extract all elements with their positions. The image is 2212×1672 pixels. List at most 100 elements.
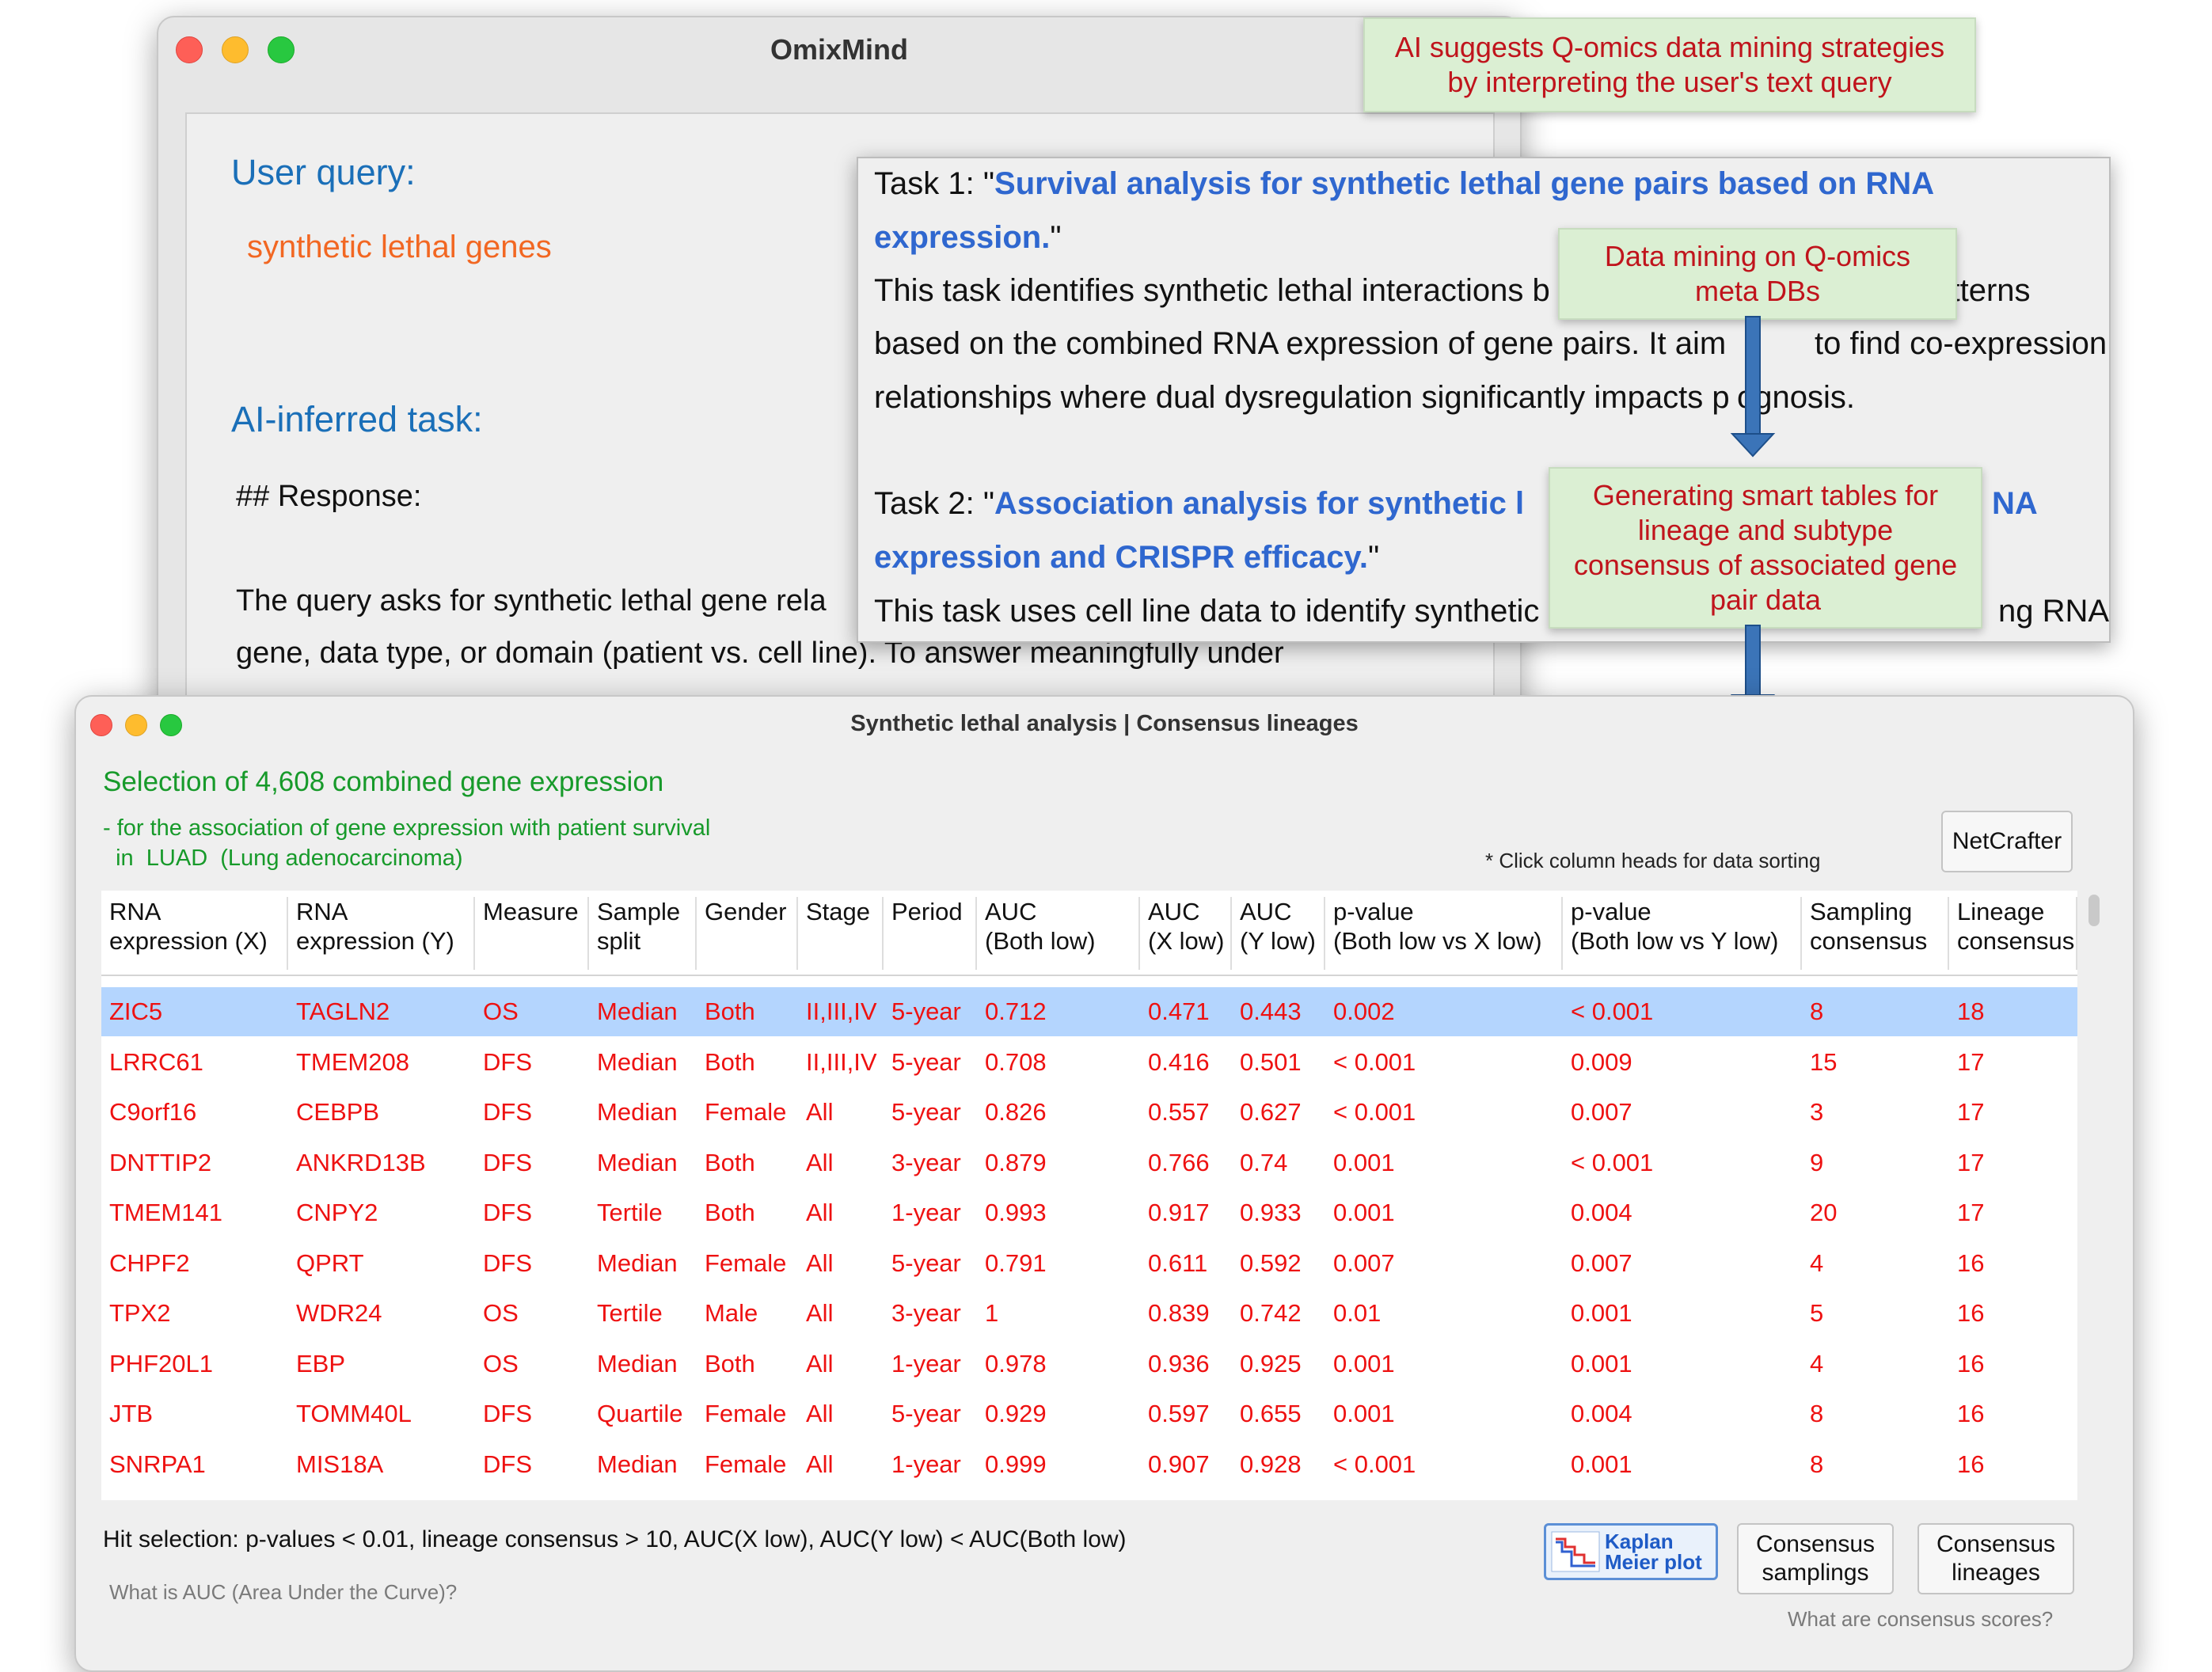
table-cell: 0.004 [1571, 1400, 1632, 1427]
table-cell: 0.655 [1240, 1400, 1302, 1427]
table-cell: 0.791 [985, 1248, 1047, 1277]
column-header[interactable]: Stage [798, 897, 884, 970]
column-header[interactable]: AUC (Y low) [1232, 897, 1325, 970]
button-label: Consensus [1936, 1531, 2056, 1557]
task1-title[interactable]: Survival analysis for synthetic lethal g… [994, 166, 1934, 201]
task2-title-cont[interactable]: expression and CRISPR efficacy. [874, 540, 1368, 575]
table-cell: OS [483, 998, 519, 1025]
close-window-icon[interactable] [90, 714, 112, 736]
table-row[interactable]: TPX2 WDR24 OS Tertile Male All 3-year 1 0.839 0.7… [101, 1289, 2077, 1338]
table-cell: Quartile [597, 1400, 683, 1427]
task1-title-end[interactable]: expression. [874, 220, 1050, 255]
column-header-line: Stage [806, 898, 871, 925]
column-header[interactable]: AUC (Both low) [977, 897, 1140, 970]
table-cell: 0.999 [985, 1450, 1047, 1478]
annotation-text: Generating smart tables for [1592, 479, 1939, 511]
column-header[interactable]: RNA expression (Y) [288, 897, 475, 970]
table-cell: 1-year [891, 1450, 961, 1478]
selection-subtitle: in LUAD (Lung adenocarcinoma) [103, 846, 463, 871]
table-cell: DNTTIP2 [109, 1148, 212, 1176]
table-row[interactable]: DNTTIP2 ANKRD13B DFS Median Both All 3-year 0.8… [101, 1138, 2077, 1188]
consensus-lineages-button[interactable]: Consensus lineages [1917, 1523, 2074, 1594]
table-cell: DFS [483, 1248, 532, 1277]
table-cell: 0.925 [1240, 1349, 1302, 1378]
table-cell: MIS18A [296, 1450, 384, 1478]
table-row[interactable]: SNRPA1 MIS18A DFS Median Female All 1-year 0.99… [101, 1440, 2077, 1489]
column-header[interactable]: p-value (Both low vs Y low) [1563, 897, 1802, 970]
table-row[interactable]: CHPF2 QPRT DFS Median Female All 5-year 0.791 0.… [101, 1239, 2077, 1288]
minimize-window-icon[interactable] [125, 714, 147, 736]
table-cell: 17 [1957, 1047, 1985, 1076]
auc-help-link[interactable]: What is AUC (Area Under the Curve)? [109, 1580, 457, 1605]
table-cell: Male [705, 1299, 758, 1327]
table-cell: II,III,IV [806, 998, 877, 1025]
hit-selection-text: Hit selection: p-values < 0.01, lineage … [103, 1526, 1127, 1552]
table-row[interactable]: PHF20L1 EBP OS Median Both All 1-year 0.978 0.93… [101, 1340, 2077, 1389]
table-cell: 0.009 [1571, 1047, 1632, 1076]
table-cell: 0.712 [985, 998, 1047, 1025]
task1-description: This task identifies synthetic lethal in… [874, 273, 1550, 308]
column-header[interactable]: Lineage consensus [1949, 897, 2077, 970]
table-cell: 17 [1957, 1148, 1985, 1176]
task2-suffix: " [1367, 540, 1380, 575]
table-cell: 0.933 [1240, 1199, 1302, 1226]
column-header-line: (Y low) [1240, 927, 1316, 955]
table-cell: 0.01 [1333, 1299, 1382, 1327]
column-header[interactable]: Sampling consensus [1802, 897, 1949, 970]
annotation-text: by interpreting the user's text query [1447, 66, 1892, 98]
table-row[interactable]: C9orf16 CEBPB DFS Median Female All 5-year 0.82… [101, 1088, 2077, 1137]
table-cell: TAGLN2 [296, 998, 390, 1025]
zoom-window-icon[interactable] [268, 36, 295, 63]
table-cell: C9orf16 [109, 1098, 197, 1126]
table-cell: 8 [1810, 1450, 1824, 1478]
minimize-window-icon[interactable] [222, 36, 249, 63]
annotation-text: meta DBs [1694, 275, 1821, 307]
netcrafter-button[interactable]: NetCrafter [1941, 811, 2073, 872]
table-cell: < 0.001 [1571, 1148, 1654, 1176]
table-cell: 3 [1810, 1098, 1824, 1126]
annotation-text: pair data [1709, 583, 1822, 616]
consensus-samplings-button[interactable]: Consensus samplings [1737, 1523, 1894, 1594]
table-cell: 0.936 [1148, 1349, 1210, 1378]
table-row[interactable]: ZIC5 TAGLN2 OS Median Both II,III,IV 5-year 0.7… [101, 987, 2077, 1036]
column-header[interactable]: AUC (X low) [1140, 897, 1232, 970]
task2-title[interactable]: Association analysis for synthetic l [994, 486, 1524, 521]
column-header-line: p-value [1571, 898, 1651, 925]
omixmind-title: OmixMind [770, 33, 908, 66]
column-header[interactable]: Period [884, 897, 977, 970]
task1-suffix: " [1050, 220, 1062, 255]
table-cell: Median [597, 1148, 678, 1176]
kaplan-meier-button[interactable]: Kaplan Meier plot [1544, 1523, 1718, 1580]
zoom-window-icon[interactable] [160, 714, 182, 736]
table-cell: LRRC61 [109, 1047, 203, 1076]
table-cell: CHPF2 [109, 1248, 190, 1277]
table-cell: 0.597 [1148, 1400, 1210, 1427]
table-row[interactable]: TMEM141 CNPY2 DFS Tertile Both All 1-year 0.993… [101, 1188, 2077, 1237]
table-cell: Median [597, 1349, 678, 1378]
column-header[interactable]: Gender [697, 897, 798, 970]
table-cell: DFS [483, 1047, 532, 1076]
task2-title-end[interactable]: NA [1992, 486, 2038, 522]
table-cell: All [806, 1349, 834, 1378]
table-cell: DFS [483, 1400, 532, 1427]
table-row[interactable]: LRRC61 TMEM208 DFS Median Both II,III,IV 5-yea… [101, 1038, 2077, 1087]
table-scrollbar[interactable] [2088, 895, 2100, 926]
selection-title: Selection of 4,608 combined gene express… [103, 766, 664, 797]
table-cell: 0.993 [985, 1199, 1047, 1226]
consensus-help-link[interactable]: What are consensus scores? [1788, 1607, 2053, 1632]
table-cell: II,III,IV [806, 1047, 877, 1076]
table-cell: Both [705, 1148, 755, 1176]
kaplan-label: Kaplan [1605, 1530, 1674, 1553]
synthetic-lethal-title: Synthetic lethal analysis | Consensus li… [850, 711, 1359, 736]
column-header[interactable]: RNA expression (X) [101, 897, 288, 970]
table-row[interactable]: JTB TOMM40L DFS Quartile Female All 5-year 0.92… [101, 1389, 2077, 1438]
table-cell: < 0.001 [1333, 1047, 1416, 1076]
column-header[interactable]: Sample split [589, 897, 697, 970]
annotation-text: Data mining on Q-omics [1604, 240, 1911, 272]
table-cell: Female [705, 1098, 787, 1126]
table-cell: Female [705, 1400, 787, 1427]
column-header[interactable]: p-value (Both low vs X low) [1325, 897, 1563, 970]
close-window-icon[interactable] [176, 36, 203, 63]
column-header[interactable]: Measure [475, 897, 589, 970]
column-header-line: (Both low vs X low) [1333, 927, 1542, 955]
